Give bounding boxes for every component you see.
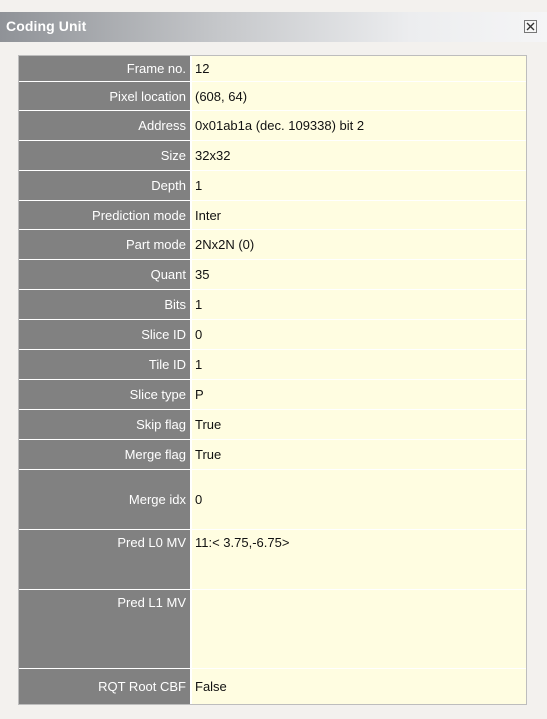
row-value: 11:< 3.75,-6.75> [192, 530, 526, 589]
row-value: False [192, 669, 526, 704]
properties-table: Frame no. 12 Pixel location (608, 64) Ad… [18, 55, 527, 705]
table-row: Pred L1 MV [19, 590, 526, 669]
row-label: Merge flag [19, 440, 192, 469]
row-value: 12 [192, 56, 526, 81]
row-label: Part mode [19, 230, 192, 259]
row-label: Size [19, 141, 192, 170]
table-row: Slice ID 0 [19, 320, 526, 350]
row-label: Pred L0 MV [19, 530, 192, 589]
row-value: 2Nx2N (0) [192, 230, 526, 259]
row-label: Pixel location [19, 82, 192, 110]
table-row: Depth 1 [19, 171, 526, 201]
table-row: Address 0x01ab1a (dec. 109338) bit 2 [19, 111, 526, 141]
table-row: Bits 1 [19, 290, 526, 320]
row-value: 1 [192, 171, 526, 200]
table-row: Merge idx 0 [19, 470, 526, 530]
row-label: Frame no. [19, 56, 192, 81]
row-value: 0 [192, 470, 526, 529]
row-value: 1 [192, 290, 526, 319]
table-row: RQT Root CBF False [19, 669, 526, 704]
table-row: Size 32x32 [19, 141, 526, 171]
row-value: Inter [192, 201, 526, 229]
table-row: Prediction mode Inter [19, 201, 526, 230]
table-row: Tile ID 1 [19, 350, 526, 380]
close-icon [526, 22, 535, 31]
row-value: (608, 64) [192, 82, 526, 110]
table-row: Quant 35 [19, 260, 526, 290]
table-row: Pixel location (608, 64) [19, 82, 526, 111]
row-label: Depth [19, 171, 192, 200]
table-row: Pred L0 MV 11:< 3.75,-6.75> [19, 530, 526, 590]
table-row: Frame no. 12 [19, 56, 526, 82]
row-label: Slice type [19, 380, 192, 409]
table-row: Merge flag True [19, 440, 526, 470]
row-value: 1 [192, 350, 526, 379]
row-label: RQT Root CBF [19, 669, 192, 704]
table-row: Skip flag True [19, 410, 526, 440]
panel-title: Coding Unit [6, 18, 87, 34]
row-label: Prediction mode [19, 201, 192, 229]
row-value: 0 [192, 320, 526, 349]
title-bar: Coding Unit [0, 12, 547, 42]
row-label: Merge idx [19, 470, 192, 529]
row-label: Address [19, 111, 192, 140]
row-value: 35 [192, 260, 526, 289]
row-label: Slice ID [19, 320, 192, 349]
row-value: P [192, 380, 526, 409]
row-label: Bits [19, 290, 192, 319]
table-row: Slice type P [19, 380, 526, 410]
table-row: Part mode 2Nx2N (0) [19, 230, 526, 260]
row-value: 32x32 [192, 141, 526, 170]
row-label: Skip flag [19, 410, 192, 439]
row-label: Quant [19, 260, 192, 289]
row-label: Pred L1 MV [19, 590, 192, 668]
row-value: 0x01ab1a (dec. 109338) bit 2 [192, 111, 526, 140]
row-value: True [192, 440, 526, 469]
row-value [192, 590, 526, 668]
row-label: Tile ID [19, 350, 192, 379]
coding-unit-panel: Coding Unit Frame no. 12 Pixel location … [0, 0, 547, 719]
row-value: True [192, 410, 526, 439]
close-button[interactable] [524, 20, 537, 33]
